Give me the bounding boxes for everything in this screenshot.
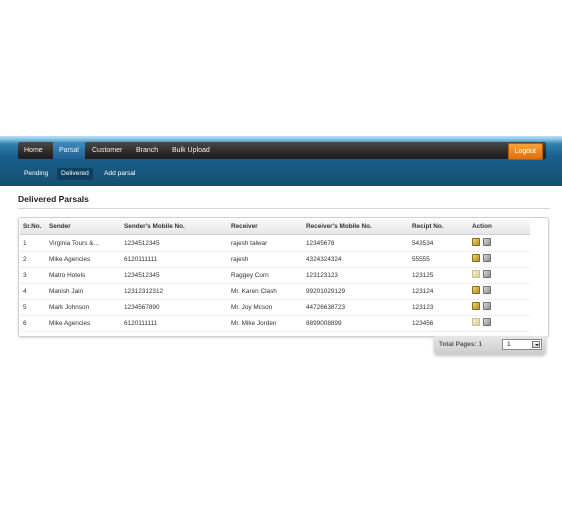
- col-sender: Sender: [49, 223, 71, 230]
- cell-receiver: Mr. Karen Clash: [231, 288, 277, 295]
- delete-icon[interactable]: [483, 286, 491, 294]
- subnav-pending[interactable]: Pending: [20, 168, 52, 180]
- cell-receiver-mobile: 4324324324: [306, 256, 342, 263]
- cell-sr: 1: [23, 240, 27, 247]
- table-row: 1 Virginia Tours &... 1234512345 rajesh …: [20, 235, 530, 252]
- edit-icon[interactable]: [472, 318, 480, 326]
- cell-sr: 4: [23, 288, 27, 295]
- cell-sender: Mike Agencies: [49, 256, 91, 263]
- cell-sr: 5: [23, 304, 27, 311]
- cell-receiver-mobile: 44726638723: [306, 304, 346, 311]
- total-pages-label: Total Pages: 1: [439, 341, 483, 348]
- cell-receipt: 123124: [412, 288, 434, 295]
- page-select[interactable]: 1: [502, 339, 542, 350]
- nav-branch[interactable]: Branch: [130, 142, 164, 159]
- cell-sender: Matro Hotels: [49, 272, 86, 279]
- col-receipt-no: Recipt No.: [412, 223, 444, 230]
- logout-button[interactable]: Logout: [507, 143, 543, 160]
- chevron-down-icon[interactable]: [532, 341, 540, 348]
- delete-icon[interactable]: [483, 318, 491, 326]
- page-select-value: 1: [507, 341, 511, 348]
- delete-icon[interactable]: [483, 254, 491, 262]
- page-title: Delivered Parsals: [18, 194, 89, 204]
- cell-sender-mobile: 6120111111: [124, 256, 158, 263]
- cell-sender: Mark Johnson: [49, 304, 90, 311]
- cell-receiver-mobile: 8899008899: [306, 320, 342, 327]
- edit-icon[interactable]: [472, 238, 480, 246]
- cell-receipt: 543534: [412, 240, 434, 247]
- divider: [18, 208, 550, 209]
- pagination-bar: Total Pages: 1 1: [434, 336, 546, 354]
- cell-sender-mobile: 12312312312: [124, 288, 164, 295]
- cell-receiver-mobile: 12345678: [306, 240, 335, 247]
- cell-sr: 6: [23, 320, 27, 327]
- cell-receipt: 123456: [412, 320, 434, 327]
- cell-receiver-mobile: 99201029129: [306, 288, 346, 295]
- cell-sr: 2: [23, 256, 27, 263]
- nav-customer[interactable]: Customer: [86, 142, 128, 159]
- table-row: 6 Mike Agencies 6120111111 Mr. Mike Jord…: [20, 315, 530, 332]
- cell-receiver: Raggey Corn: [231, 272, 269, 279]
- cell-receipt: 123125: [412, 272, 434, 279]
- edit-icon[interactable]: [472, 254, 480, 262]
- cell-receiver: rajesh talwar: [231, 240, 268, 247]
- delete-icon[interactable]: [483, 238, 491, 246]
- cell-sr: 3: [23, 272, 27, 279]
- parsal-table: Sr.No. Sender Sender's Mobile No. Receiv…: [18, 217, 549, 337]
- table-header: Sr.No. Sender Sender's Mobile No. Receiv…: [20, 219, 530, 235]
- cell-sender-mobile: 1234567890: [124, 304, 160, 311]
- cell-receiver: Mr. Joy Mcson: [231, 304, 273, 311]
- table-row: 2 Mike Agencies 6120111111 rajesh 432432…: [20, 251, 530, 268]
- cell-sender-mobile: 6120111111: [124, 320, 158, 327]
- cell-sender: Mike Agencies: [49, 320, 91, 327]
- nav-bulk-upload[interactable]: Bulk Upload: [166, 142, 216, 159]
- cell-sender-mobile: 1234512345: [124, 272, 160, 279]
- cell-receipt: 123123: [412, 304, 434, 311]
- cell-receiver: rajesh: [231, 256, 249, 263]
- nav-parsal[interactable]: Parsal: [53, 142, 85, 159]
- total-pages-value: 1: [478, 341, 483, 348]
- col-receiver-mobile: Receiver's Mobile No.: [306, 223, 372, 230]
- col-action: Action: [472, 223, 492, 230]
- nav-home[interactable]: Home: [18, 142, 49, 159]
- table-row: 4 Manish Jain 12312312312 Mr. Karen Clas…: [20, 283, 530, 300]
- delete-icon[interactable]: [483, 302, 491, 310]
- subnav-delivered[interactable]: Delivered: [57, 168, 93, 180]
- cell-sender-mobile: 1234512345: [124, 240, 160, 247]
- cell-receiver: Mr. Mike Jorden: [231, 320, 277, 327]
- delete-icon[interactable]: [483, 270, 491, 278]
- col-receiver: Receiver: [231, 223, 258, 230]
- cell-receiver-mobile: 123123123: [306, 272, 338, 279]
- subnav-add-parsal[interactable]: Add parsal: [100, 168, 140, 180]
- cell-sender: Manish Jain: [49, 288, 84, 295]
- edit-icon[interactable]: [472, 302, 480, 310]
- table-row: 3 Matro Hotels 1234512345 Raggey Corn 12…: [20, 267, 530, 284]
- main-nav: Home Parsal Customer Branch Bulk Upload …: [18, 142, 546, 160]
- table-row: 5 Mark Johnson 1234567890 Mr. Joy Mcson …: [20, 299, 530, 316]
- col-sender-mobile: Sender's Mobile No.: [124, 223, 185, 230]
- edit-icon[interactable]: [472, 270, 480, 278]
- cell-sender: Virginia Tours &...: [49, 240, 99, 247]
- cell-receipt: 55555: [412, 256, 430, 263]
- edit-icon[interactable]: [472, 286, 480, 294]
- col-sr-no: Sr.No.: [23, 223, 42, 230]
